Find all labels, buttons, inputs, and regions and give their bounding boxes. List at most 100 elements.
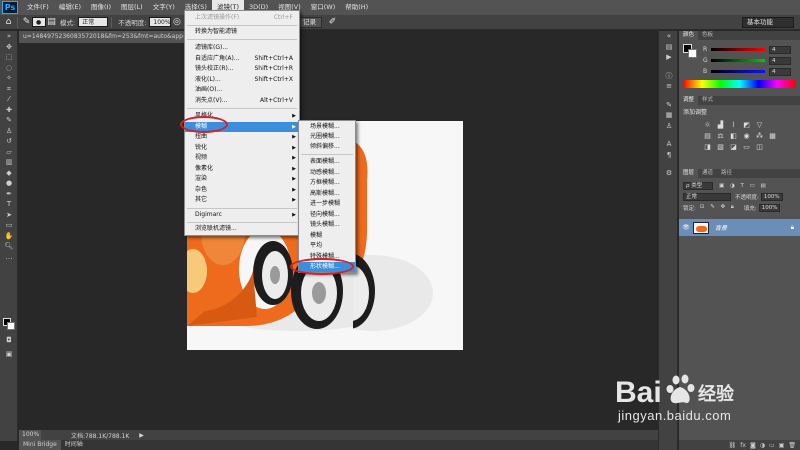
hue-saturation-icon[interactable]: ▤ — [703, 132, 712, 140]
opacity-field[interactable]: 100% — [149, 17, 172, 27]
submenu-item-radial-blur[interactable]: 径向模糊... — [299, 210, 355, 220]
clone-stamp-icon[interactable]: ♙ — [0, 126, 18, 137]
menu-window[interactable]: 窗口(W) — [306, 0, 341, 15]
submenu-item-box-blur[interactable]: 方框模糊... — [299, 178, 355, 188]
background-swatch[interactable] — [688, 49, 697, 58]
menu-item-sharpen[interactable]: 锐化 ▶ — [185, 143, 299, 154]
submenu-item-iris-blur[interactable]: 光圈模糊... — [299, 132, 355, 142]
tab-styles[interactable]: 样式 — [698, 96, 717, 105]
menu-edit[interactable]: 编辑(E) — [54, 0, 86, 15]
fg-bg-swatch[interactable] — [683, 44, 697, 58]
brush-presets-icon[interactable]: ✎ — [659, 100, 679, 111]
menu-type[interactable]: 文字(Y) — [148, 0, 180, 15]
visibility-eye-icon[interactable]: 👁︎ — [679, 224, 693, 231]
submenu-item-tilt-shift[interactable]: 倾斜偏移... — [299, 142, 355, 152]
brightness-icon[interactable]: ☼ — [703, 121, 712, 129]
submenu-item-blur[interactable]: 模糊 — [299, 231, 355, 241]
filter-icons[interactable]: ▣ ◑ T ▭ ▤ — [719, 183, 768, 189]
shape-tool-icon[interactable]: ▭ — [0, 220, 18, 231]
collapse-dock-icon[interactable]: « — [659, 31, 679, 42]
menu-item-video[interactable]: 视频 ▶ — [185, 153, 299, 164]
menu-item-distort[interactable]: 扭曲 ▶ — [185, 132, 299, 143]
zoom-tool-icon[interactable]: 🔍︎ — [0, 241, 18, 252]
color-spectrum[interactable] — [683, 80, 796, 88]
gradient-tool-icon[interactable]: ▥ — [0, 157, 18, 168]
menu-item-stylize[interactable]: 风格化 ▶ — [185, 111, 299, 122]
menu-item-vanishing-point[interactable]: 消失点(V)... Alt+Ctrl+V — [185, 96, 299, 107]
curves-icon[interactable]: ⌇ — [729, 121, 738, 129]
brush-tool-icon[interactable]: ✎ — [21, 17, 32, 28]
gradient-map-icon[interactable]: ▭ — [742, 143, 751, 151]
threshold-icon[interactable]: ◪ — [729, 143, 738, 151]
new-group-icon[interactable]: ▭ — [769, 442, 775, 449]
invert-icon[interactable]: ◨ — [703, 143, 712, 151]
zoom-level[interactable]: 100% — [19, 430, 41, 440]
menu-item-render[interactable]: 渲染 ▶ — [185, 174, 299, 185]
crop-tool-icon[interactable]: ⌗ — [0, 84, 18, 95]
screen-mode-icon[interactable]: ▣ — [0, 349, 18, 360]
tab-paths[interactable]: 路径 — [717, 169, 736, 178]
slider-track[interactable] — [711, 48, 765, 51]
submenu-item-average[interactable]: 平均 — [299, 241, 355, 251]
color-lookup-icon[interactable]: ▦ — [768, 132, 777, 140]
vibrance-icon[interactable]: ▽ — [755, 121, 764, 129]
pressure-size-icon[interactable]: ✐ — [327, 17, 338, 28]
exposure-icon[interactable]: ◩ — [742, 121, 751, 129]
submenu-item-motion-blur[interactable]: 动感模糊... — [299, 168, 355, 178]
color-balance-icon[interactable]: ⚖ — [716, 132, 725, 140]
character-panel-icon[interactable]: A — [659, 139, 679, 150]
quick-select-icon[interactable]: ✧ — [0, 73, 18, 84]
info-panel-icon[interactable]: ⓘ — [659, 71, 679, 82]
record-button[interactable]: 记录 — [297, 17, 322, 28]
background-color-swatch[interactable] — [7, 322, 15, 330]
collapse-icon[interactable]: » — [0, 31, 18, 42]
properties-panel-icon[interactable]: ≡ — [659, 81, 679, 92]
layer-style-icon[interactable]: fx — [740, 442, 746, 449]
channel-value[interactable]: 4 — [769, 56, 791, 65]
menu-item-oil-paint[interactable]: 油画(O)... — [185, 85, 299, 96]
delete-layer-icon[interactable]: 🗑︎ — [788, 442, 796, 449]
menu-item-digimarc[interactable]: Digimarc ▶ — [185, 210, 299, 221]
channel-mixer-icon[interactable]: ⁂ — [755, 132, 764, 140]
add-mask-icon[interactable]: ◙ — [750, 442, 756, 449]
color-slider-b[interactable]: B 4 — [679, 66, 800, 77]
fill-field[interactable]: 100% — [758, 203, 781, 212]
layer-row-background[interactable]: 👁︎ 背景 🔒︎ — [679, 219, 800, 236]
layer-kind-select[interactable]: ρ 类型 — [683, 181, 713, 190]
mode-select[interactable]: 正常 — [78, 17, 109, 27]
eraser-tool-icon[interactable]: ▱ — [0, 147, 18, 158]
menu-item-convert-smart-filter[interactable]: 转换为智能滤镜 — [185, 27, 299, 38]
menu-help[interactable]: 帮助(H) — [340, 0, 373, 15]
brush-panel-icon[interactable]: ▤ — [46, 17, 57, 28]
quick-mask-icon[interactable]: ◘ — [0, 335, 18, 346]
levels-icon[interactable]: ▟ — [716, 121, 725, 129]
new-adjustment-icon[interactable]: ◑ — [760, 442, 765, 449]
submenu-item-blur-more[interactable]: 进一步模糊 — [299, 199, 355, 209]
layer-name[interactable]: 背景 — [715, 223, 727, 232]
more-tools-icon[interactable]: … — [0, 252, 18, 263]
tab-channels[interactable]: 通道 — [698, 169, 717, 178]
channel-value[interactable]: 4 — [769, 45, 791, 54]
slider-track[interactable] — [711, 70, 765, 73]
document-canvas-right[interactable] — [313, 121, 463, 350]
submenu-item-smart-blur[interactable]: 特殊模糊... — [299, 252, 355, 262]
menu-item-filter-gallery[interactable]: 滤镜库(G)... — [185, 43, 299, 54]
color-slider-r[interactable]: R 4 — [679, 44, 800, 55]
path-select-icon[interactable]: ➤ — [0, 210, 18, 221]
menu-item-pixelate[interactable]: 像素化 ▶ — [185, 164, 299, 175]
type-tool-icon[interactable]: T — [0, 199, 18, 210]
menu-file[interactable]: 文件(F) — [22, 0, 54, 15]
channel-value[interactable]: 4 — [769, 67, 791, 76]
chevron-right-icon[interactable]: ▶ — [139, 432, 144, 439]
blend-mode-select[interactable]: 正常 — [683, 192, 731, 201]
menu-item-noise[interactable]: 杂色 ▶ — [185, 185, 299, 196]
pressure-opacity-icon[interactable]: ◎ — [171, 17, 182, 28]
menu-layer[interactable]: 图层(L) — [116, 0, 148, 15]
paragraph-panel-icon[interactable]: ¶ — [659, 150, 679, 161]
menu-item-liquify[interactable]: 液化(L)... Shift+Ctrl+X — [185, 75, 299, 86]
tab-timeline[interactable]: 时间轴 — [61, 440, 87, 450]
marquee-tool-icon[interactable]: ⬚ — [0, 52, 18, 63]
submenu-item-surface-blur[interactable]: 表面模糊... — [299, 157, 355, 167]
tab-color[interactable]: 颜色 — [679, 31, 699, 40]
brush-size-picker[interactable]: ● — [32, 17, 46, 27]
